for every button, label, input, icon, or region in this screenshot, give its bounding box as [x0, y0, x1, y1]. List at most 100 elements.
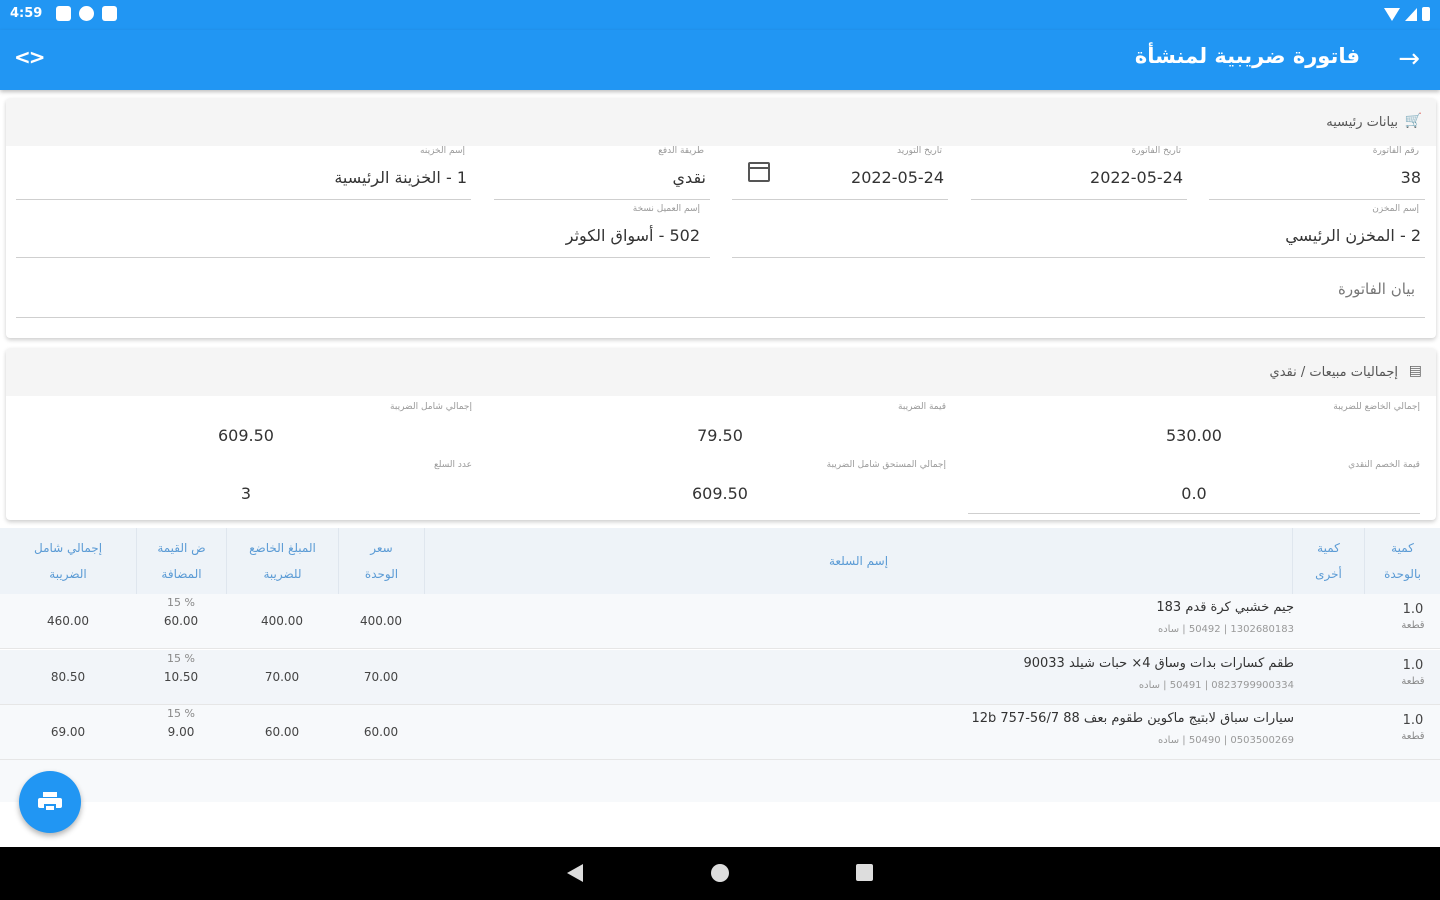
- row-unit: قطعة: [1401, 731, 1425, 742]
- notification-icon: [79, 6, 94, 21]
- total-incl-tax-value: 609.50: [218, 426, 274, 445]
- items-table-header: كمية بالوحدة كمية أخرى إسم السلعة سعر ال…: [0, 528, 1440, 594]
- row-total: 69.00: [50, 725, 86, 739]
- invoice-date-label: تاريخ الفاتورة: [1131, 146, 1181, 156]
- due-incl-tax-label: إجمالي المستحق شامل الضريبة: [826, 460, 946, 470]
- due-incl-tax-field: إجمالي المستحق شامل الضريبة 609.50: [494, 460, 946, 512]
- row-total: 80.50: [50, 670, 86, 684]
- row-qty: 1.0: [1402, 602, 1424, 617]
- status-time: 4:59: [10, 6, 43, 21]
- row-vat-percent: 15 %: [167, 652, 195, 665]
- row-unit: قطعة: [1401, 620, 1425, 631]
- row-item-details: 0503500269 | 50490 | ساده: [1157, 735, 1294, 746]
- supply-date-field[interactable]: تاريخ التوريد 2022-05-24: [732, 144, 948, 200]
- supply-date-value: 2022-05-24: [851, 168, 944, 187]
- status-bar: 4:59: [0, 0, 1440, 30]
- taxable-total-field: إجمالي الخاضع للضريبة 530.00: [968, 402, 1420, 454]
- app-bar: <> فاتورة ضريبية لمنشأة →: [0, 30, 1440, 90]
- totals-card: ▤ إجماليات مبيعات / نقدي إجمالي الخاضع ل…: [6, 348, 1436, 520]
- table-row[interactable]: 1.0 قطعة جيم خشبي كرة قدم 183 1302680183…: [0, 594, 1440, 649]
- status-notification-icons: [56, 6, 117, 21]
- column-total-incl-tax-line2: الضريبة: [49, 567, 87, 581]
- table-row[interactable]: 1.0 قطعة طقم كسارات بدات وساق 4× حبات شي…: [0, 650, 1440, 705]
- row-unit-price: 70.00: [363, 670, 399, 684]
- customer-value: 502 - أسواق الكوثر: [565, 226, 700, 245]
- calendar-icon[interactable]: [748, 162, 770, 182]
- warehouse-field[interactable]: إسم المخزن 2 - المخزن الرئيسي: [732, 202, 1425, 258]
- table-row[interactable]: 1.0 قطعة سيارات سباق لابتيج ماكوين طقوم …: [0, 705, 1440, 760]
- invoice-statement-placeholder: بيان الفاتورة: [1338, 280, 1415, 298]
- column-total-incl-tax-line1: إجمالي شامل: [33, 541, 103, 555]
- arrow-right-icon[interactable]: →: [1398, 44, 1420, 74]
- row-unit-price: 60.00: [363, 725, 399, 739]
- main-data-card-title: بيانات رئيسيه: [1326, 115, 1398, 130]
- treasury-field[interactable]: إسم الخزينه 1 - الخزينة الرئيسية: [16, 144, 471, 200]
- totals-card-title: إجماليات مبيعات / نقدي: [1269, 365, 1398, 380]
- payment-method-label: طريقة الدفع: [658, 146, 704, 156]
- warehouse-label: إسم المخزن: [1372, 204, 1419, 214]
- items-count-value: 3: [240, 484, 252, 503]
- taxable-total-value: 530.00: [1166, 426, 1222, 445]
- column-taxable-amount-line2: للضريبة: [263, 567, 302, 581]
- row-qty: 1.0: [1402, 713, 1424, 728]
- print-button[interactable]: [19, 771, 81, 833]
- nav-home-icon[interactable]: [711, 864, 729, 882]
- status-system-icons: [1384, 7, 1430, 21]
- row-taxable-amount: 70.00: [264, 670, 300, 684]
- battery-icon: [1422, 7, 1430, 21]
- row-item-details: 0823799900334 | 50491 | ساده: [1138, 680, 1294, 691]
- row-vat-percent: 15 %: [167, 596, 195, 609]
- row-unit: قطعة: [1401, 676, 1425, 687]
- invoice-number-value: 38: [1400, 168, 1421, 187]
- column-qty-unit-line2: بالوحدة: [1384, 567, 1421, 581]
- cash-discount-label: قيمة الخصم النقدي: [1348, 460, 1420, 470]
- invoice-number-field[interactable]: رقم الفاتورة 38: [1209, 144, 1425, 200]
- column-vat-line2: المضافة: [161, 567, 202, 581]
- row-taxable-amount: 400.00: [261, 614, 303, 628]
- wifi-icon: [1384, 7, 1400, 21]
- column-item-name[interactable]: إسم السلعة: [424, 528, 1292, 594]
- row-qty: 1.0: [1402, 658, 1424, 673]
- tax-value-label: قيمة الضريبة: [898, 402, 946, 412]
- payment-method-field[interactable]: طريقة الدفع نقدي: [494, 144, 710, 200]
- column-qty-other[interactable]: كمية أخرى: [1292, 528, 1364, 594]
- supply-date-label: تاريخ التوريد: [897, 146, 942, 156]
- column-qty-unit[interactable]: كمية بالوحدة: [1364, 528, 1440, 594]
- customer-label: إسم العميل نسخة: [632, 204, 700, 214]
- column-item-name-label: إسم السلعة: [828, 554, 889, 568]
- invoice-date-field[interactable]: تاريخ الفاتورة 2022-05-24: [971, 144, 1187, 200]
- tax-value-field: قيمة الضريبة 79.50: [494, 402, 946, 454]
- column-qty-other-line2: أخرى: [1315, 567, 1342, 581]
- nav-back-icon[interactable]: [567, 864, 583, 882]
- column-taxable-amount[interactable]: المبلغ الخاضع للضريبة: [226, 528, 338, 594]
- column-total-incl-tax[interactable]: إجمالي شامل الضريبة: [0, 528, 136, 594]
- row-item-name: طقم كسارات بدات وساق 4× حبات شيلد 90033: [1023, 656, 1294, 671]
- row-item-details: 1302680183 | 50492 | ساده: [1157, 624, 1294, 635]
- totals-card-header: ▤ إجماليات مبيعات / نقدي: [6, 348, 1436, 396]
- items-count-field: عدد السلع 3: [20, 460, 472, 512]
- cash-discount-field[interactable]: قيمة الخصم النقدي 0.0: [968, 460, 1420, 514]
- column-unit-price[interactable]: سعر الوحدة: [338, 528, 424, 594]
- document-icon: ▤: [1408, 363, 1422, 379]
- row-item-name: جيم خشبي كرة قدم 183: [1156, 600, 1294, 615]
- nav-recents-icon[interactable]: [856, 864, 873, 881]
- treasury-value: 1 - الخزينة الرئيسية: [334, 168, 467, 187]
- customer-field[interactable]: إسم العميل نسخة 502 - أسواق الكوثر: [16, 202, 710, 258]
- row-vat: 10.50: [163, 670, 199, 684]
- column-qty-other-line1: كمية: [1317, 541, 1340, 555]
- invoice-date-value: 2022-05-24: [1090, 168, 1183, 187]
- column-unit-price-line1: سعر: [370, 541, 393, 555]
- total-incl-tax-field: إجمالي شامل الضريبة 609.50: [20, 402, 472, 454]
- column-vat[interactable]: ض القيمة المضافة: [136, 528, 226, 594]
- row-vat: 60.00: [163, 614, 199, 628]
- payment-method-value: نقدي: [672, 168, 706, 187]
- column-taxable-amount-line1: المبلغ الخاضع: [249, 541, 316, 555]
- print-icon: [38, 792, 62, 812]
- sd-card-icon: [102, 6, 117, 21]
- invoice-statement-field[interactable]: بيان الفاتورة: [16, 262, 1425, 318]
- page-title: فاتورة ضريبية لمنشأة: [1134, 44, 1360, 68]
- warehouse-value: 2 - المخزن الرئيسي: [1285, 226, 1421, 245]
- items-count-label: عدد السلع: [433, 460, 472, 470]
- cart-icon: 🛒: [1404, 113, 1422, 129]
- code-icon[interactable]: <>: [14, 45, 45, 69]
